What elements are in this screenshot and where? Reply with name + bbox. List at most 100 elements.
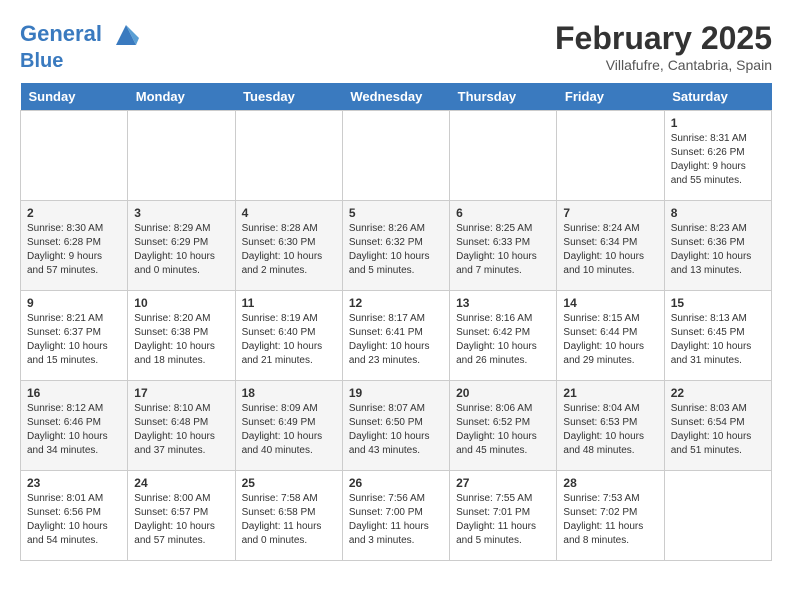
day-info: Sunrise: 8:06 AM Sunset: 6:52 PM Dayligh… [456, 402, 550, 458]
day-of-week-header: Saturday [664, 83, 771, 111]
day-number: 16 [27, 386, 121, 400]
calendar-day-cell: 24 Sunrise: 8:00 AM Sunset: 6:57 PM Dayli… [128, 471, 235, 561]
page-header: General Blue February 2025 Villafufre, C… [20, 20, 772, 73]
calendar-day-cell: 5 Sunrise: 8:26 AM Sunset: 6:32 PM Daylig… [342, 201, 449, 291]
calendar-week-row: 9 Sunrise: 8:21 AM Sunset: 6:37 PM Daylig… [21, 291, 772, 381]
day-info: Sunrise: 8:04 AM Sunset: 6:53 PM Dayligh… [563, 402, 657, 458]
calendar-day-cell: 4 Sunrise: 8:28 AM Sunset: 6:30 PM Daylig… [235, 201, 342, 291]
day-number: 6 [456, 206, 550, 220]
day-number: 2 [27, 206, 121, 220]
calendar-day-cell: 20 Sunrise: 8:06 AM Sunset: 6:52 PM Dayli… [450, 381, 557, 471]
day-info: Sunrise: 8:21 AM Sunset: 6:37 PM Dayligh… [27, 312, 121, 368]
day-info: Sunrise: 8:29 AM Sunset: 6:29 PM Dayligh… [134, 222, 228, 278]
day-info: Sunrise: 8:19 AM Sunset: 6:40 PM Dayligh… [242, 312, 336, 368]
calendar-week-row: 23 Sunrise: 8:01 AM Sunset: 6:56 PM Dayli… [21, 471, 772, 561]
calendar-day-cell: 16 Sunrise: 8:12 AM Sunset: 6:46 PM Dayli… [21, 381, 128, 471]
day-number: 7 [563, 206, 657, 220]
day-info: Sunrise: 8:23 AM Sunset: 6:36 PM Dayligh… [671, 222, 765, 278]
calendar-day-cell: 19 Sunrise: 8:07 AM Sunset: 6:50 PM Dayli… [342, 381, 449, 471]
calendar-day-cell [235, 111, 342, 201]
calendar-day-cell: 23 Sunrise: 8:01 AM Sunset: 6:56 PM Dayli… [21, 471, 128, 561]
calendar-day-cell: 22 Sunrise: 8:03 AM Sunset: 6:54 PM Dayli… [664, 381, 771, 471]
calendar-day-cell: 11Sunrise: 8:19 AM Sunset: 6:40 PM Dayli… [235, 291, 342, 381]
day-number: 26 [349, 476, 443, 490]
calendar-day-cell: 3Sunrise: 8:29 AM Sunset: 6:29 PM Daylig… [128, 201, 235, 291]
day-number: 25 [242, 476, 336, 490]
day-number: 24 [134, 476, 228, 490]
day-info: Sunrise: 8:25 AM Sunset: 6:33 PM Dayligh… [456, 222, 550, 278]
calendar-day-cell: 7 Sunrise: 8:24 AM Sunset: 6:34 PM Daylig… [557, 201, 664, 291]
day-info: Sunrise: 8:12 AM Sunset: 6:46 PM Dayligh… [27, 402, 121, 458]
day-number: 9 [27, 296, 121, 310]
day-number: 28 [563, 476, 657, 490]
location: Villafufre, Cantabria, Spain [555, 57, 772, 73]
day-of-week-header: Friday [557, 83, 664, 111]
logo-blue: Blue [20, 50, 63, 72]
logo: General Blue [20, 20, 141, 72]
calendar-day-cell: 17 Sunrise: 8:10 AM Sunset: 6:48 PM Dayli… [128, 381, 235, 471]
calendar-day-cell: 18 Sunrise: 8:09 AM Sunset: 6:49 PM Dayli… [235, 381, 342, 471]
day-number: 19 [349, 386, 443, 400]
calendar-day-cell: 9 Sunrise: 8:21 AM Sunset: 6:37 PM Daylig… [21, 291, 128, 381]
day-info: Sunrise: 8:31 AM Sunset: 6:26 PM Dayligh… [671, 132, 765, 188]
day-number: 22 [671, 386, 765, 400]
calendar-day-cell: 1Sunrise: 8:31 AM Sunset: 6:26 PM Daylig… [664, 111, 771, 201]
calendar-header-row: SundayMondayTuesdayWednesdayThursdayFrid… [21, 83, 772, 111]
calendar-day-cell: 28 Sunrise: 7:53 AM Sunset: 7:02 PM Dayli… [557, 471, 664, 561]
day-info: Sunrise: 7:58 AM Sunset: 6:58 PM Dayligh… [242, 492, 336, 548]
day-info: Sunrise: 8:07 AM Sunset: 6:50 PM Dayligh… [349, 402, 443, 458]
day-info: Sunrise: 8:28 AM Sunset: 6:30 PM Dayligh… [242, 222, 336, 278]
calendar-day-cell [557, 111, 664, 201]
calendar-day-cell: 12 Sunrise: 8:17 AM Sunset: 6:41 PM Dayli… [342, 291, 449, 381]
day-info: Sunrise: 8:03 AM Sunset: 6:54 PM Dayligh… [671, 402, 765, 458]
day-info: Sunrise: 8:17 AM Sunset: 6:41 PM Dayligh… [349, 312, 443, 368]
calendar-day-cell [342, 111, 449, 201]
day-info: Sunrise: 7:55 AM Sunset: 7:01 PM Dayligh… [456, 492, 550, 548]
day-of-week-header: Sunday [21, 83, 128, 111]
calendar-day-cell [450, 111, 557, 201]
logo-general: General [20, 21, 102, 46]
calendar-day-cell: 10Sunrise: 8:20 AM Sunset: 6:38 PM Dayli… [128, 291, 235, 381]
calendar-day-cell: 6 Sunrise: 8:25 AM Sunset: 6:33 PM Daylig… [450, 201, 557, 291]
calendar-week-row: 1Sunrise: 8:31 AM Sunset: 6:26 PM Daylig… [21, 111, 772, 201]
calendar-day-cell: 15Sunrise: 8:13 AM Sunset: 6:45 PM Dayli… [664, 291, 771, 381]
calendar-day-cell [128, 111, 235, 201]
day-of-week-header: Wednesday [342, 83, 449, 111]
calendar-day-cell: 25 Sunrise: 7:58 AM Sunset: 6:58 PM Dayli… [235, 471, 342, 561]
calendar-day-cell: 26 Sunrise: 7:56 AM Sunset: 7:00 PM Dayli… [342, 471, 449, 561]
day-info: Sunrise: 8:16 AM Sunset: 6:42 PM Dayligh… [456, 312, 550, 368]
day-number: 23 [27, 476, 121, 490]
day-number: 13 [456, 296, 550, 310]
day-number: 20 [456, 386, 550, 400]
calendar-day-cell: 2 Sunrise: 8:30 AM Sunset: 6:28 PM Daylig… [21, 201, 128, 291]
day-number: 12 [349, 296, 443, 310]
month-title: February 2025 [555, 20, 772, 57]
day-info: Sunrise: 7:53 AM Sunset: 7:02 PM Dayligh… [563, 492, 657, 548]
day-info: Sunrise: 8:13 AM Sunset: 6:45 PM Dayligh… [671, 312, 765, 368]
day-of-week-header: Monday [128, 83, 235, 111]
day-number: 14 [563, 296, 657, 310]
day-info: Sunrise: 8:26 AM Sunset: 6:32 PM Dayligh… [349, 222, 443, 278]
calendar-day-cell: 8Sunrise: 8:23 AM Sunset: 6:36 PM Daylig… [664, 201, 771, 291]
calendar-week-row: 16 Sunrise: 8:12 AM Sunset: 6:46 PM Dayli… [21, 381, 772, 471]
day-info: Sunrise: 7:56 AM Sunset: 7:00 PM Dayligh… [349, 492, 443, 548]
logo-icon [111, 20, 141, 50]
day-number: 27 [456, 476, 550, 490]
calendar-day-cell: 14 Sunrise: 8:15 AM Sunset: 6:44 PM Dayli… [557, 291, 664, 381]
calendar-day-cell: 21Sunrise: 8:04 AM Sunset: 6:53 PM Dayli… [557, 381, 664, 471]
calendar-day-cell [21, 111, 128, 201]
day-info: Sunrise: 8:30 AM Sunset: 6:28 PM Dayligh… [27, 222, 121, 278]
day-info: Sunrise: 8:00 AM Sunset: 6:57 PM Dayligh… [134, 492, 228, 548]
title-block: February 2025 Villafufre, Cantabria, Spa… [555, 20, 772, 73]
day-number: 10 [134, 296, 228, 310]
day-of-week-header: Thursday [450, 83, 557, 111]
day-number: 4 [242, 206, 336, 220]
day-number: 5 [349, 206, 443, 220]
day-info: Sunrise: 8:24 AM Sunset: 6:34 PM Dayligh… [563, 222, 657, 278]
day-info: Sunrise: 8:10 AM Sunset: 6:48 PM Dayligh… [134, 402, 228, 458]
day-number: 18 [242, 386, 336, 400]
day-info: Sunrise: 8:01 AM Sunset: 6:56 PM Dayligh… [27, 492, 121, 548]
day-info: Sunrise: 8:15 AM Sunset: 6:44 PM Dayligh… [563, 312, 657, 368]
day-info: Sunrise: 8:09 AM Sunset: 6:49 PM Dayligh… [242, 402, 336, 458]
day-number: 17 [134, 386, 228, 400]
